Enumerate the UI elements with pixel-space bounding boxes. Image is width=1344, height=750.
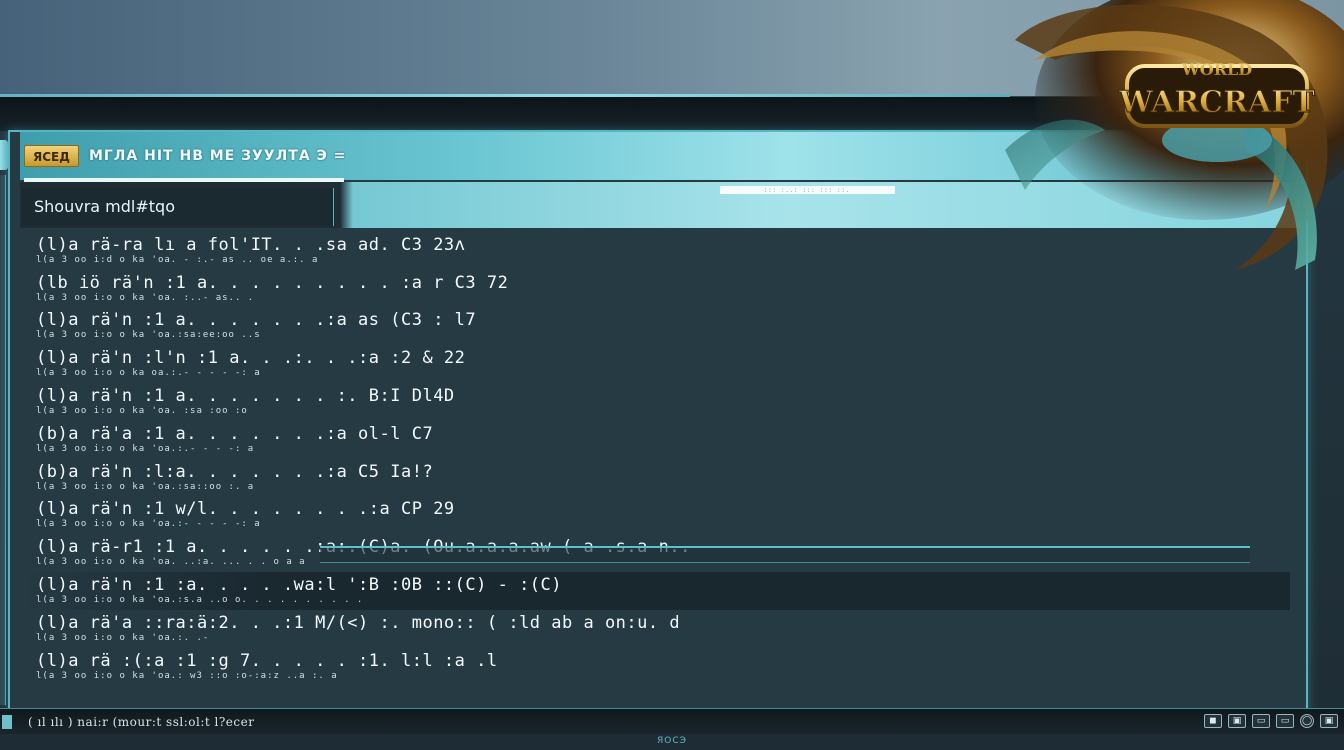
log-row-highlighted: (l)a rä-r1 :1 a. . . . . .:a:.(C)a. (Ou.…	[20, 534, 1290, 572]
log-row: (l)a rä'n :1 a. . . . . . . :. B:I Dl4D …	[20, 383, 1290, 421]
circle-icon[interactable]: ◯	[1300, 714, 1314, 728]
log-main-text: (l)a rä'n :1 a. . . . . . . :. B:I Dl4D	[36, 386, 455, 407]
window-titlebar[interactable]: ЯСЕД МГЛА НІТ НВ МЕ ЗУУЛТА Э =	[20, 132, 1300, 180]
log-sub-text: l(a 3 oo i:o o ka oa.:.- - - - -: a	[36, 368, 261, 379]
stop-icon[interactable]: ◼	[1204, 714, 1222, 728]
log-sub-text: l(a 3 oo i:o o ka 'oa.:. .-	[36, 632, 210, 643]
log-row: (l)a rä'n :1 a. . . . . . .:a as (C3 : l…	[20, 308, 1290, 346]
status-icon-group: ◼ ▣ ▭ ▭ ◯ ▣	[1204, 714, 1338, 728]
log-sub-text: l(a 3 oo i:o o ka 'oa.:.- - - -: a	[36, 443, 255, 454]
log-main-text: (l)a rä'n :l'n :1 a. . .:. . .:a :2 & 22	[36, 348, 466, 369]
log-row: (l)a rä'n :l'n :1 a. . .:. . .:a :2 & 22…	[20, 345, 1290, 383]
log-row: (l)a rä'n :1 w/l. . . . . . . .:a CP 29 …	[20, 497, 1290, 535]
log-main-text: (l)a rä :(:a :1 :g 7. . . . . :1. l:l :a…	[36, 650, 498, 671]
panel-icon[interactable]: ▭	[1276, 714, 1294, 728]
log-sub-text: l(a 3 oo i:o o ka 'oa.:s.a ..o o. . . . …	[36, 595, 364, 606]
statusbar-handle[interactable]	[2, 714, 12, 729]
console-window: ЯСЕД МГЛА НІТ НВ МЕ ЗУУЛТА Э = Ѕhouvra m…	[8, 130, 1308, 720]
title-badge[interactable]: ЯСЕД	[24, 145, 79, 167]
log-main-text: (l)a rä'n :1 w/l. . . . . . . .:a CP 29	[36, 499, 455, 520]
log-row: (l)a rä'n :1 :a. . . . .wa:l ':B :0B ::(…	[20, 572, 1290, 610]
log-main-text: (b)a rä'a :1 a. . . . . . .:a ol-l C7	[36, 423, 434, 444]
log-row: (lb iö rä'n :1 a. . . . . . . . . :a r C…	[20, 270, 1290, 308]
log-sub-text: l(a 3 oo i:o o ka 'oa.:sa::oo :. a	[36, 481, 255, 492]
left-scrollbar[interactable]	[0, 175, 6, 705]
log-main-text: (l)a rä-r1 :1 a. . . . . .:a:.(C)a. (Ou.…	[36, 537, 691, 558]
window-title: МГЛА НІТ НВ МЕ ЗУУЛТА Э =	[88, 148, 347, 164]
log-main-text: (lb iö rä'n :1 a. . . . . . . . . :a r C…	[36, 272, 509, 293]
log-row: (l)a rä-ra lı a fol'IT. . .sa ad. C3 23ʌ…	[20, 232, 1290, 270]
log-sub-text: l(a 3 oo i:o o ka 'oa.:sa:ee:oo ..s	[36, 330, 261, 341]
footer-label: ЯОСЭ	[657, 736, 687, 746]
log-sub-text: l(a 3 oo i:d o ka 'oa. - :.- as .. oe a.…	[36, 254, 319, 265]
top-background-band	[0, 0, 1344, 96]
log-sub-text: l(a 3 oo i:o o ka 'oa.: w3 ::o :o-:a:z .…	[36, 670, 338, 681]
log-sub-text: l(a 3 oo i:o o ka 'oa. :sa :oo :o	[36, 406, 248, 417]
tab-strip-indicator: ::: :..: ::: ::: ::.	[720, 186, 895, 194]
window-resize-handle[interactable]	[0, 140, 8, 170]
log-sub-text: l(a 3 oo i:o o ka 'oa. ..:a. ... . . o a…	[36, 557, 306, 568]
tab-row: Ѕhouvra mdl#tqo ::: :..: ::: ::: ::.	[20, 182, 1300, 228]
tab-active[interactable]: Ѕhouvra mdl#tqo	[22, 188, 334, 226]
log-row: (l)a rä'a ::ra:ä:2. . .:1 M/(<) :. mono:…	[20, 610, 1290, 648]
chat-log[interactable]: (l)a rä-ra lı a fol'IT. . .sa ad. C3 23ʌ…	[20, 232, 1290, 712]
log-sub-text: l(a 3 oo i:o o ka 'oa.:- - - - -: a	[36, 519, 261, 530]
log-main-text: (l)a rä'n :1 :a. . . . .wa:l ':B :0B ::(…	[36, 575, 563, 596]
log-main-text: (b)a rä'n :l:a. . . . . . .:a C5 Ia!?	[36, 461, 434, 482]
log-row: (b)a rä'n :l:a. . . . . . .:a C5 Ia!? l(…	[20, 459, 1290, 497]
window-icon[interactable]: ▣	[1320, 714, 1338, 728]
log-sub-text: l(a 3 oo i:o o ka 'oa. :..- as.. .	[36, 292, 255, 303]
window-icon[interactable]: ▣	[1228, 714, 1246, 728]
log-main-text: (l)a rä'n :1 a. . . . . . .:a as (C3 : l…	[36, 310, 477, 331]
log-row: (b)a rä'a :1 a. . . . . . .:a ol-l C7 l(…	[20, 421, 1290, 459]
status-bar: ( ıl ılı ) nai:r (mour:t ssl:ol:t l?ecer…	[0, 708, 1344, 734]
game-console-screen: ЯСЕД МГЛА НІТ НВ МЕ ЗУУЛТА Э = Ѕhouvra m…	[0, 0, 1344, 750]
status-text: ( ıl ılı ) nai:r (mour:t ssl:ol:t l?ecer	[28, 714, 255, 729]
log-main-text: (l)a rä-ra lı a fol'IT. . .sa ad. C3 23ʌ	[36, 234, 466, 255]
header-dark-strip	[0, 97, 1344, 131]
log-row: (l)a rä :(:a :1 :g 7. . . . . :1. l:l :a…	[20, 648, 1290, 686]
log-main-text: (l)a rä'a ::ra:ä:2. . .:1 M/(<) :. mono:…	[36, 612, 681, 633]
panel-icon[interactable]: ▭	[1252, 714, 1270, 728]
